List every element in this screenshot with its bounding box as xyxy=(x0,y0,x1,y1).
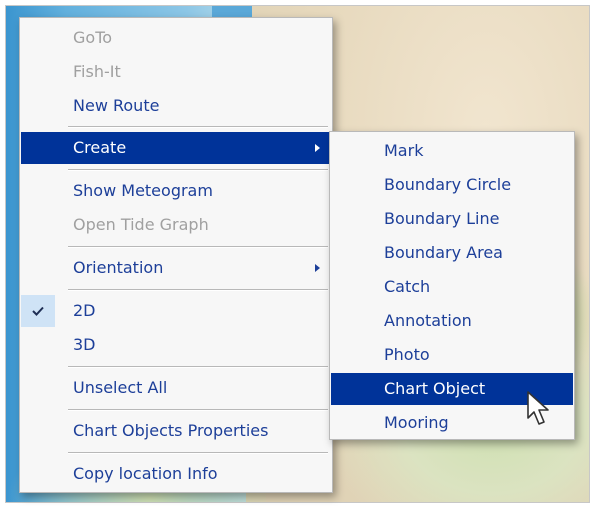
menu-item-goto[interactable]: GoTo xyxy=(21,22,331,54)
menu-item-create[interactable]: Create xyxy=(21,132,331,164)
menu-item-unselect-all[interactable]: Unselect All xyxy=(21,372,331,404)
menu-item-label: Boundary Circle xyxy=(384,175,512,194)
menu-item-label: Mark xyxy=(384,141,424,160)
submenu-item-boundary-area[interactable]: Boundary Area xyxy=(331,237,573,269)
menu-item-chart-objects-properties[interactable]: Chart Objects Properties xyxy=(21,415,331,447)
submenu-item-annotation[interactable]: Annotation xyxy=(331,305,573,337)
chevron-right-icon xyxy=(315,144,320,152)
menu-separator xyxy=(68,452,328,454)
menu-item-label: Create xyxy=(73,138,127,157)
menu-item-label: Chart Object xyxy=(384,379,486,398)
submenu-item-photo[interactable]: Photo xyxy=(331,339,573,371)
menu-item-copy-location-info[interactable]: Copy location Info xyxy=(21,458,331,490)
menu-item-label: Photo xyxy=(384,345,430,364)
menu-separator xyxy=(68,409,328,411)
menu-separator xyxy=(68,169,328,171)
menu-item-label: Show Meteogram xyxy=(73,181,213,200)
menu-item-label: Unselect All xyxy=(73,378,168,397)
menu-separator xyxy=(68,289,328,291)
menu-item-2d[interactable]: 2D xyxy=(21,295,331,327)
context-menu: GoTo Fish-It New Route Create Show Meteo… xyxy=(19,17,333,493)
menu-separator xyxy=(68,126,328,128)
menu-separator xyxy=(68,246,328,248)
mouse-pointer-icon xyxy=(526,390,552,432)
menu-separator xyxy=(68,366,328,368)
menu-item-label: 2D xyxy=(73,301,96,320)
menu-item-label: GoTo xyxy=(73,28,113,47)
menu-item-label: 3D xyxy=(73,335,96,354)
submenu-item-boundary-circle[interactable]: Boundary Circle xyxy=(331,169,573,201)
menu-item-label: Orientation xyxy=(73,258,164,277)
menu-item-label: Chart Objects Properties xyxy=(73,421,269,440)
menu-item-show-meteogram[interactable]: Show Meteogram xyxy=(21,175,331,207)
menu-item-label: Mooring xyxy=(384,413,449,432)
menu-item-label: Catch xyxy=(384,277,431,296)
chevron-right-icon xyxy=(315,264,320,272)
menu-item-label: Open Tide Graph xyxy=(73,215,209,234)
menu-item-orientation[interactable]: Orientation xyxy=(21,252,331,284)
menu-item-label: Fish-It xyxy=(73,62,121,81)
submenu-item-mark[interactable]: Mark xyxy=(331,135,573,167)
menu-item-label: Boundary Area xyxy=(384,243,503,262)
menu-item-label: Copy location Info xyxy=(73,464,218,483)
menu-item-label: Boundary Line xyxy=(384,209,500,228)
menu-item-new-route[interactable]: New Route xyxy=(21,90,331,122)
check-icon xyxy=(21,295,55,327)
menu-item-3d[interactable]: 3D xyxy=(21,329,331,361)
menu-item-open-tide-graph[interactable]: Open Tide Graph xyxy=(21,209,331,241)
menu-item-fish-it[interactable]: Fish-It xyxy=(21,56,331,88)
submenu-item-catch[interactable]: Catch xyxy=(331,271,573,303)
menu-item-label: New Route xyxy=(73,96,160,115)
menu-item-label: Annotation xyxy=(384,311,472,330)
submenu-item-boundary-line[interactable]: Boundary Line xyxy=(331,203,573,235)
